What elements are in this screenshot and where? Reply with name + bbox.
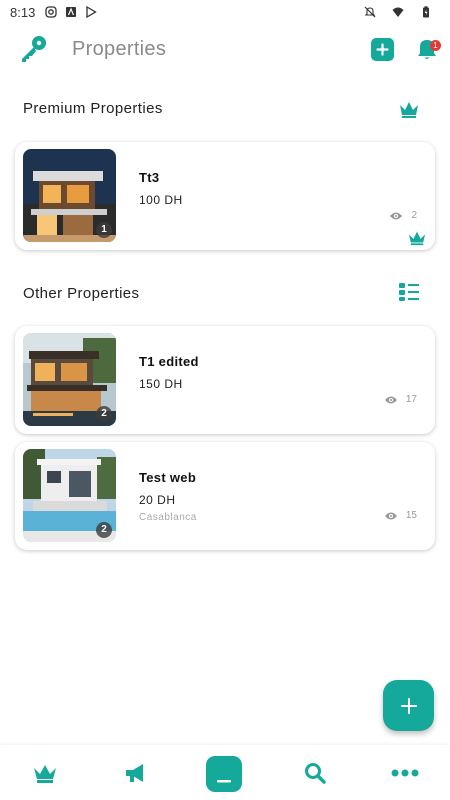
image-count-badge: 1 (96, 222, 112, 238)
property-title: Test web (139, 470, 197, 485)
app-bar: Properties 1 (0, 28, 450, 72)
list-view-icon[interactable] (398, 282, 420, 302)
play-store-icon (86, 6, 98, 18)
add-fab-button[interactable] (383, 680, 434, 731)
views-value: 15 (405, 510, 417, 521)
mute-icon (364, 6, 376, 18)
nav-search[interactable] (301, 759, 329, 787)
image-count-badge: 2 (96, 406, 112, 422)
property-price: 150 DH (139, 377, 183, 391)
nav-premium[interactable] (31, 759, 59, 787)
nav-ads[interactable] (122, 759, 150, 787)
views-count: 2 (389, 210, 417, 221)
crown-icon (34, 765, 56, 783)
nav-home[interactable] (206, 756, 242, 792)
premium-section-title: Premium Properties (23, 100, 163, 117)
key-icon (22, 36, 46, 62)
views-count: 15 (384, 510, 417, 521)
views-value: 17 (405, 394, 417, 405)
eye-icon (384, 396, 397, 403)
nav-more[interactable] (391, 759, 419, 787)
more-icon (391, 769, 419, 777)
a-app-icon (66, 7, 77, 17)
battery-icon (423, 6, 429, 18)
property-card[interactable]: 2 T1 edited 150 DH 17 (15, 326, 435, 434)
image-count-badge: 2 (96, 522, 112, 538)
property-price: 20 DH (139, 493, 176, 507)
views-count: 17 (384, 394, 417, 405)
page-title: Properties (72, 38, 167, 60)
property-image: 2 (23, 333, 116, 426)
add-property-button[interactable] (371, 38, 394, 61)
property-title: Tt3 (139, 170, 160, 185)
status-time: 8:13 (10, 4, 36, 20)
search-icon (305, 763, 326, 784)
notification-badge: 1 (430, 40, 441, 51)
property-price: 100 DH (139, 193, 183, 207)
home-icon (217, 780, 231, 783)
plus-square-icon (376, 43, 389, 56)
plus-icon (400, 697, 417, 714)
property-card-premium[interactable]: 1 Tt3 100 DH 2 (15, 142, 435, 250)
bottom-navigation (0, 745, 450, 800)
crown-icon (400, 102, 418, 118)
eye-icon (390, 212, 403, 219)
status-bar: 8:13 (0, 0, 450, 24)
premium-crown-icon (409, 231, 425, 246)
instagram-icon (45, 6, 57, 18)
other-section-title: Other Properties (23, 285, 140, 302)
property-title: T1 edited (139, 354, 199, 369)
property-card[interactable]: 2 Test web 20 DH Casablanca 15 (15, 442, 435, 550)
property-city: Casablanca (139, 512, 197, 523)
megaphone-icon (126, 764, 143, 782)
property-image: 2 (23, 449, 116, 542)
property-image: 1 (23, 149, 116, 242)
wifi-icon (392, 7, 404, 17)
eye-icon (384, 512, 397, 519)
views-value: 2 (411, 210, 417, 221)
